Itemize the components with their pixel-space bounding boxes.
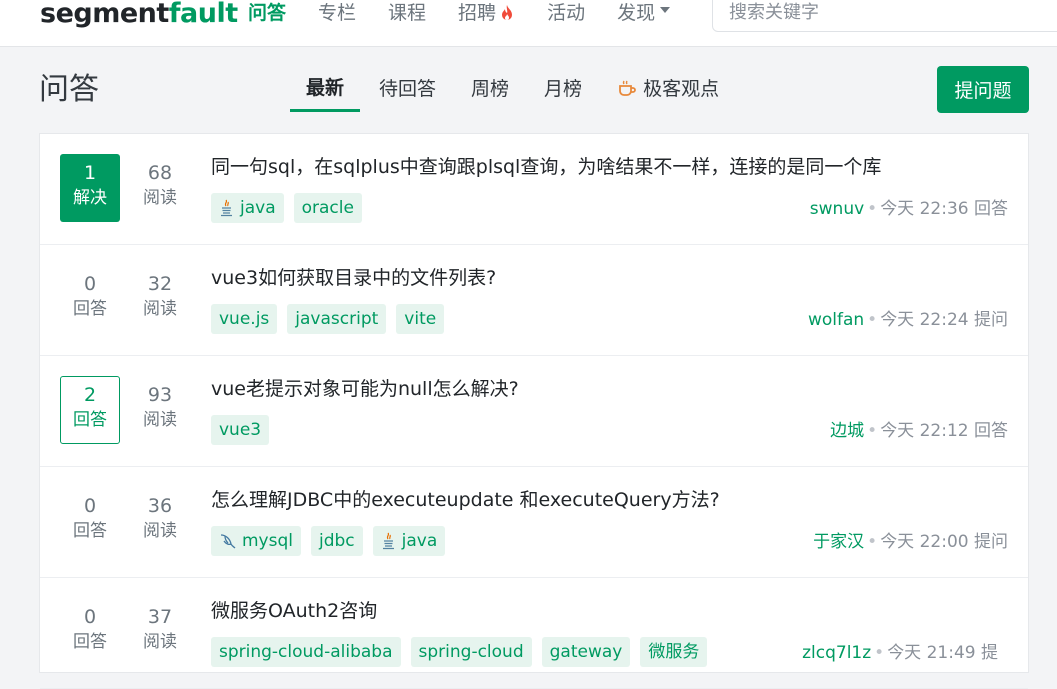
tag-jdbc[interactable]: jdbc: [311, 526, 363, 556]
search-input[interactable]: [712, 0, 1057, 32]
tag-vite[interactable]: vite: [396, 304, 445, 334]
tag-oracle[interactable]: oracle: [293, 193, 362, 223]
tag-microservices[interactable]: 微服务: [640, 637, 708, 667]
author-link[interactable]: 于家汉: [813, 532, 864, 552]
coffee-cup-icon: [619, 80, 636, 96]
question-row: 0 回答 36 阅读 怎么理解JDBC中的executeupdate 和exec…: [40, 467, 1028, 578]
page-title: 问答: [39, 72, 99, 107]
tag-vuejs[interactable]: vue.js: [211, 304, 278, 334]
question-title[interactable]: vue3如何获取目录中的文件列表?: [211, 265, 496, 291]
view-count: 68 阅读: [143, 162, 177, 208]
tag-list: vue.js javascript vite: [211, 304, 454, 334]
main-nav: 问答 专栏 课程 招聘 活动 发现: [248, 0, 702, 26]
question-meta: 于家汉 • 今天 22:00 提问: [813, 532, 1008, 552]
view-count: 32 阅读: [143, 273, 177, 319]
question-list: 1 解决 68 阅读 同一句sql，在sqlplus中查询跟plsql查询，为啥…: [39, 133, 1029, 689]
nav-column[interactable]: 专栏: [318, 0, 356, 26]
nav-course[interactable]: 课程: [388, 0, 426, 26]
view-count: 93 阅读: [143, 384, 177, 430]
tag-list: vue3: [211, 415, 279, 445]
top-navbar: segmentfault 问答 专栏 课程 招聘 活动 发现: [0, 0, 1057, 47]
fire-icon: [502, 5, 513, 20]
author-link[interactable]: 边城: [830, 421, 864, 441]
tab-latest[interactable]: 最新: [290, 66, 361, 112]
tag-list: spring-cloud-alibaba spring-cloud gatewa…: [211, 637, 717, 667]
question-title[interactable]: vue老提示对象可能为null怎么解决?: [211, 376, 519, 402]
nav-discover[interactable]: 发现: [617, 0, 671, 26]
java-icon: [221, 199, 232, 217]
author-link[interactable]: wolfan: [808, 310, 864, 330]
answer-count: 0 回答: [73, 495, 107, 541]
tag-gateway[interactable]: gateway: [541, 637, 631, 667]
question-tabs: 最新 待回答 周榜 月榜 极客观点: [290, 66, 738, 114]
caret-down-icon: [660, 7, 671, 13]
nav-jobs[interactable]: 招聘: [458, 0, 515, 26]
brand-logo[interactable]: segmentfault: [40, 0, 238, 36]
question-row: 2 回答 93 阅读 vue老提示对象可能为null怎么解决? vue3 边城 •…: [40, 356, 1028, 467]
mysql-icon: [220, 534, 236, 549]
question-meta: zlcq7l1z • 今天 21:49 提: [802, 643, 998, 663]
tag-spring-cloud[interactable]: spring-cloud: [410, 637, 532, 667]
view-count: 37 阅读: [143, 606, 177, 652]
question-title[interactable]: 怎么理解JDBC中的executeupdate 和executeQuery方法?: [211, 487, 720, 513]
tab-unanswered[interactable]: 待回答: [363, 66, 452, 112]
view-count: 36 阅读: [143, 495, 177, 541]
tag-java[interactable]: java: [211, 193, 284, 223]
question-row: 0 回答 37 阅读 微服务OAuth2咨询 spring-cloud-alib…: [40, 578, 1028, 689]
nav-qa[interactable]: 问答: [248, 0, 286, 26]
tag-java[interactable]: java: [372, 526, 446, 556]
author-link[interactable]: swnuv: [810, 199, 864, 219]
tag-list: mysql jdbc java: [211, 526, 455, 556]
question-meta: wolfan • 今天 22:24 提问: [807, 310, 1008, 330]
tag-list: java oracle: [211, 193, 372, 223]
tab-geek-views[interactable]: 极客观点: [601, 66, 735, 112]
question-meta: swnuv • 今天 22:36 回答: [809, 199, 1008, 219]
answer-count: 0 回答: [73, 606, 107, 652]
answer-count-answered: 2 回答: [60, 376, 120, 444]
tab-monthly[interactable]: 月榜: [528, 66, 598, 112]
java-icon: [382, 532, 394, 550]
tag-mysql[interactable]: mysql: [211, 526, 301, 556]
question-row: 0 回答 32 阅读 vue3如何获取目录中的文件列表? vue.js java…: [40, 245, 1028, 356]
author-link[interactable]: zlcq7l1z: [802, 643, 871, 663]
question-title[interactable]: 同一句sql，在sqlplus中查询跟plsql查询，为啥结果不一样，连接的是同…: [211, 154, 881, 180]
ask-question-button[interactable]: 提问题: [937, 66, 1029, 113]
tag-vue3[interactable]: vue3: [211, 415, 270, 445]
tag-javascript[interactable]: javascript: [287, 304, 387, 334]
tab-weekly[interactable]: 周榜: [455, 66, 525, 112]
answer-count: 0 回答: [73, 273, 107, 319]
question-meta: 边城 • 今天 22:12 回答: [830, 421, 1008, 441]
question-title[interactable]: 微服务OAuth2咨询: [211, 598, 377, 624]
question-row: 1 解决 68 阅读 同一句sql，在sqlplus中查询跟plsql查询，为啥…: [40, 134, 1028, 245]
nav-events[interactable]: 活动: [547, 0, 585, 26]
answer-count-solved: 1 解决: [60, 154, 120, 222]
tag-spring-cloud-alibaba[interactable]: spring-cloud-alibaba: [211, 637, 401, 667]
